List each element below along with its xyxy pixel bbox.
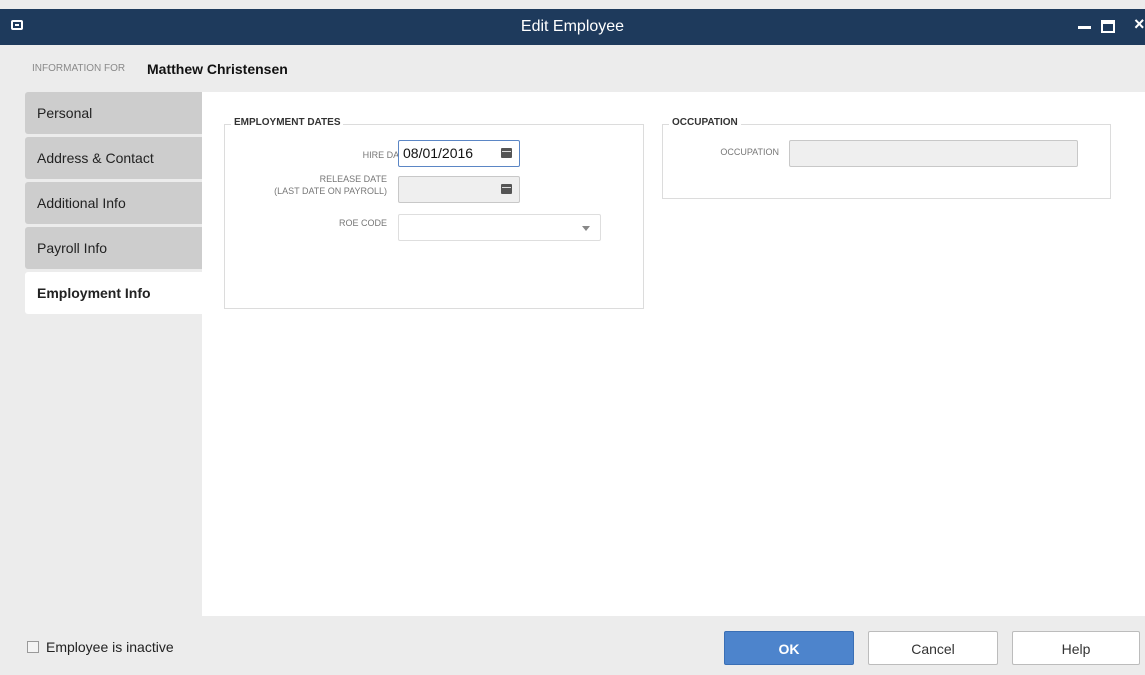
release-date-label: RELEASE DATE [319,174,387,184]
minimize-icon[interactable] [1078,26,1091,29]
calendar-icon[interactable] [501,184,512,194]
title-bar: Edit Employee × [0,9,1145,45]
tab-employment-info[interactable]: Employment Info [25,272,203,314]
window-title: Edit Employee [520,18,625,35]
roe-code-label: ROE CODE [338,218,387,228]
hire-date-value: 08/01/2016 [403,145,474,161]
chevron-down-icon[interactable] [582,226,590,231]
occupation-title: OCCUPATION [669,117,741,128]
occupation-field[interactable] [789,140,1078,167]
hire-date-field[interactable]: 08/01/2016 [398,140,520,167]
ok-button[interactable]: OK [724,631,854,665]
information-for-label: INFORMATION FOR [32,63,126,74]
tab-address-contact[interactable]: Address & Contact [25,137,203,179]
release-date-sublabel: (LAST DATE ON PAYROLL) [274,186,387,196]
cancel-button[interactable]: Cancel [868,631,998,665]
employee-inactive-label[interactable]: Employee is inactive [46,639,174,655]
occupation-label: OCCUPATION [720,147,779,157]
occupation-group: OCCUPATION OCCUPATION [662,117,1111,199]
tab-additional-info[interactable]: Additional Info [25,182,203,224]
roe-code-dropdown[interactable] [398,214,601,241]
help-button[interactable]: Help [1012,631,1140,665]
employee-name: Matthew Christensen [147,61,288,77]
employment-dates-title: EMPLOYMENT DATES [231,117,344,128]
employment-dates-group: EMPLOYMENT DATES HIRE DATE 08/01/2016 RE… [224,117,644,309]
hire-date-label: HIRE DATE [362,150,410,160]
employment-info-panel: EMPLOYMENT DATES HIRE DATE 08/01/2016 RE… [202,92,1145,616]
tab-personal[interactable]: Personal [25,92,203,134]
employee-inactive-checkbox[interactable] [27,641,39,653]
close-icon[interactable]: × [1134,14,1145,34]
calendar-icon[interactable] [501,148,512,158]
tab-payroll-info[interactable]: Payroll Info [25,227,203,269]
maximize-icon[interactable] [1101,20,1115,33]
release-date-field[interactable] [398,176,520,203]
tab-list: Personal Address & Contact Additional In… [25,92,203,317]
